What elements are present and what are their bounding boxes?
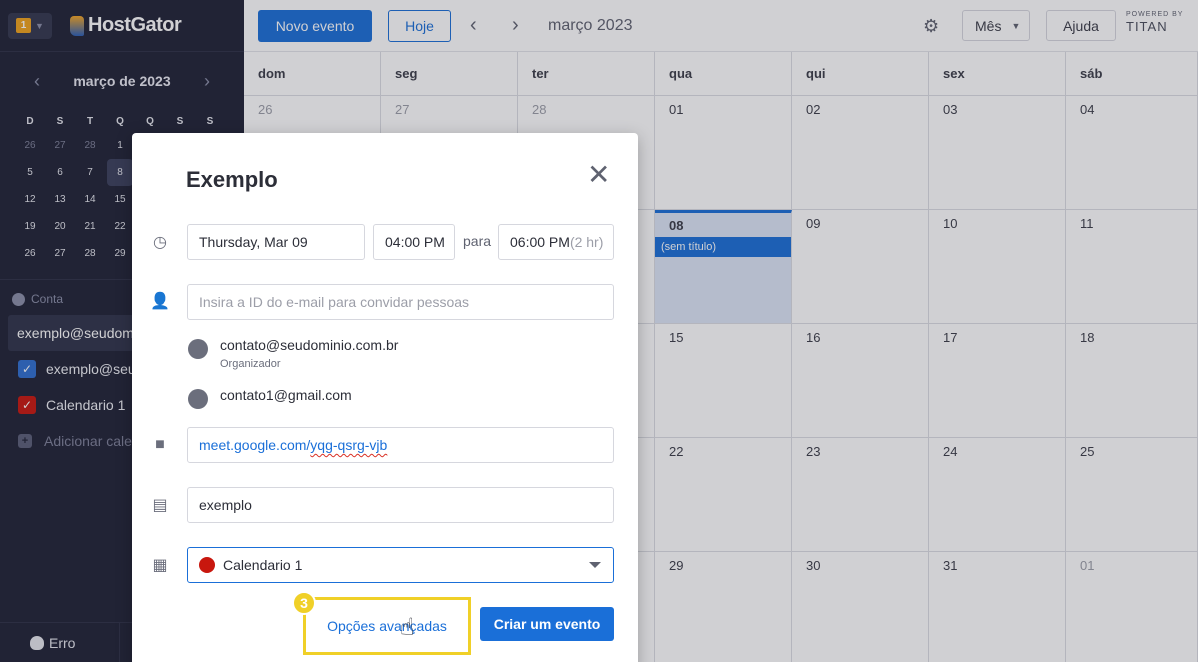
guest-role: Organizador bbox=[220, 358, 281, 370]
guest-organizer: contato@seudominio.com.br Organizador bbox=[188, 337, 398, 370]
hand-cursor-icon: ☝ bbox=[400, 614, 415, 641]
create-event-button[interactable]: Criar um evento bbox=[480, 607, 614, 641]
dropdown-caret-icon bbox=[589, 562, 601, 568]
description-icon: ▤ bbox=[152, 497, 168, 514]
clock-icon: ◷ bbox=[153, 234, 167, 251]
dialog-title[interactable]: Exemplo bbox=[186, 167, 278, 193]
duration-label: (2 hr) bbox=[569, 234, 604, 250]
invite-guests-input[interactable]: Insira a ID do e-mail para convidar pess… bbox=[187, 284, 614, 320]
guest-item: contato1@gmail.com bbox=[188, 387, 352, 409]
description-field[interactable]: exemplo bbox=[187, 487, 614, 523]
account-circle-icon bbox=[188, 339, 208, 359]
date-field[interactable]: Thursday, Mar 09 bbox=[187, 224, 365, 260]
advanced-options-button[interactable]: Opções avançadas bbox=[303, 597, 471, 655]
meet-link-host[interactable]: meet.google.com/ bbox=[199, 437, 310, 453]
to-label: para bbox=[463, 233, 492, 249]
app-root: 1 ▼ HostGator ‹ março de 2023 › DSTQQSS2… bbox=[0, 0, 1198, 662]
guest-email: contato@seudominio.com.br bbox=[220, 337, 399, 353]
calendar-icon: ▦ bbox=[152, 557, 168, 574]
meet-link-field[interactable]: meet.google.com/yqg-qsrg-vjb bbox=[187, 427, 614, 463]
event-dialog: Exemplo ✕ ◷ Thursday, Mar 09 04:00 PM pa… bbox=[132, 133, 638, 662]
end-time-value: 06:00 PM bbox=[510, 234, 570, 250]
close-icon[interactable]: ✕ bbox=[587, 161, 610, 189]
meet-link-code[interactable]: yqg-qsrg-vjb bbox=[310, 437, 387, 453]
account-circle-icon bbox=[188, 389, 208, 409]
video-camera-icon: ■ bbox=[155, 436, 165, 453]
calendar-color-dot bbox=[199, 557, 215, 573]
guest-email: contato1@gmail.com bbox=[220, 387, 352, 403]
calendar-select[interactable]: Calendario 1 bbox=[187, 547, 614, 583]
end-time-field[interactable]: 06:00 PM (2 hr) bbox=[498, 224, 614, 260]
invite-placeholder: Insira a ID do e-mail para convidar pess… bbox=[199, 294, 470, 310]
step-badge: 3 bbox=[292, 591, 316, 615]
add-person-icon: 👤 bbox=[150, 293, 170, 310]
start-time-field[interactable]: 04:00 PM bbox=[373, 224, 455, 260]
calendar-select-value: Calendario 1 bbox=[223, 557, 303, 573]
